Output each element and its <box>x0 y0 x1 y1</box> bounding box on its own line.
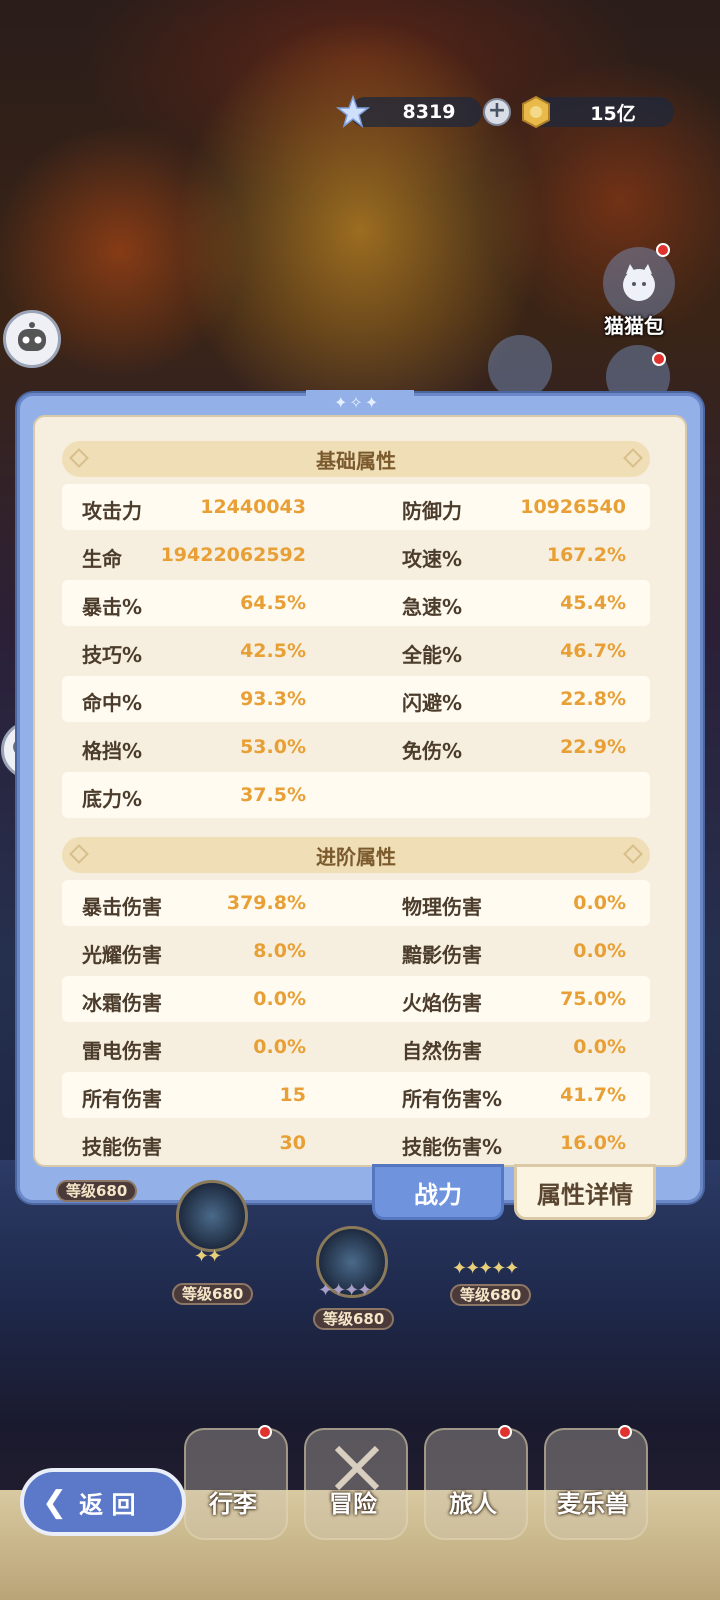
attribute-row: 命中% 93.3% 闪避% 22.8% <box>62 676 650 722</box>
attribute-value: 8.0% <box>253 940 306 962</box>
attribute-row: 冰霜伤害 0.0% 火焰伤害 75.0% <box>62 976 650 1022</box>
attribute-row: 技巧% 42.5% 全能% 46.7% <box>62 628 650 674</box>
notification-dot <box>498 1425 512 1439</box>
attribute-value: 0.0% <box>573 892 626 914</box>
gold-value: 15亿 <box>590 102 636 125</box>
attribute-label: 全能% <box>402 643 463 667</box>
attribute-value: 16.0% <box>560 1132 626 1154</box>
back-button[interactable]: ❮ 返 回 <box>20 1468 186 1536</box>
attribute-label: 生命 <box>82 547 122 571</box>
attribute-row: 底力% 37.5% <box>62 772 650 818</box>
attribute-label: 命中% <box>82 691 143 715</box>
attribute-value: 42.5% <box>240 640 306 662</box>
attribute-value: 53.0% <box>240 736 306 758</box>
pet-level-badge: 等级680 <box>56 1180 138 1202</box>
side-menu-button-2[interactable] <box>488 335 552 399</box>
diamond-icon <box>69 844 89 864</box>
attribute-row: 技能伤害 30 技能伤害% 16.0% <box>62 1120 650 1165</box>
advanced-attributes-header: 进阶属性 <box>62 837 650 873</box>
pet-level-badge: 等级680 <box>450 1284 532 1306</box>
notification-dot <box>618 1425 632 1439</box>
attribute-row: 生命 19422062592 攻速% 167.2% <box>62 532 650 578</box>
back-label: 返 回 <box>79 1490 136 1519</box>
add-gems-button[interactable]: + <box>483 98 511 126</box>
attribute-value: 15 <box>279 1084 306 1106</box>
gems-value: 8319 <box>402 101 456 123</box>
attribute-value: 0.0% <box>573 1036 626 1058</box>
attribute-value: 41.7% <box>560 1084 626 1106</box>
tab-label: 战力 <box>414 1180 462 1209</box>
attribute-value: 12440043 <box>200 496 306 518</box>
attribute-row: 光耀伤害 8.0% 黯影伤害 0.0% <box>62 928 650 974</box>
gold-coin-icon <box>519 95 553 129</box>
attribute-label: 免伤% <box>402 739 463 763</box>
cat-bag-label: 猫猫包 <box>604 314 664 338</box>
attribute-value: 22.9% <box>560 736 626 758</box>
pet-stars: ✦✦✦✦ <box>318 1280 372 1301</box>
attribute-label: 急速% <box>402 595 463 619</box>
attribute-label: 底力% <box>82 787 143 811</box>
pet-level-badge: 等级680 <box>172 1283 254 1305</box>
attribute-label: 防御力 <box>402 499 462 523</box>
sparkle-icon: ✦✧✦ <box>334 393 381 412</box>
attribute-value: 93.3% <box>240 688 306 710</box>
notification-dot <box>656 243 670 257</box>
attribute-row: 暴击伤害 379.8% 物理伤害 0.0% <box>62 880 650 926</box>
attribute-value: 30 <box>279 1132 306 1154</box>
attribute-label: 暴击% <box>82 595 143 619</box>
attribute-row: 攻击力 12440043 防御力 10926540 <box>62 484 650 530</box>
attribute-value: 64.5% <box>240 592 306 614</box>
attribute-label: 攻击力 <box>82 499 142 523</box>
attribute-value: 0.0% <box>253 1036 306 1058</box>
pet-stars: ✦✦ <box>194 1246 222 1267</box>
pet-stars: ✦✦✦✦✦ <box>452 1258 519 1279</box>
attribute-value: 75.0% <box>560 988 626 1010</box>
nav-luggage-label: 行李 <box>209 1490 257 1518</box>
attribute-label: 格挡% <box>82 739 143 763</box>
tab-combat-power[interactable]: 战力 <box>372 1164 504 1220</box>
pet-slot-2[interactable] <box>176 1180 248 1252</box>
attribute-value: 10926540 <box>520 496 626 518</box>
notification-dot <box>258 1425 272 1439</box>
nav-beast-label: 麦乐兽 <box>557 1490 629 1518</box>
diamond-icon <box>623 448 643 468</box>
attribute-list[interactable]: 基础属性 攻击力 12440043 防御力 10926540 生命 19422062592… <box>33 415 687 1167</box>
basic-attributes-header: 基础属性 <box>62 441 650 477</box>
cat-bag-button[interactable] <box>603 247 675 319</box>
robot-icon <box>18 322 46 351</box>
robot-avatar-button[interactable] <box>3 310 61 368</box>
section-title: 基础属性 <box>316 448 396 473</box>
attribute-label: 技巧% <box>82 643 143 667</box>
attribute-label: 攻速% <box>402 547 463 571</box>
attribute-value: 0.0% <box>253 988 306 1010</box>
attribute-value: 45.4% <box>560 592 626 614</box>
attribute-value: 379.8% <box>226 892 306 914</box>
nav-adventure-label: 冒险 <box>329 1490 377 1518</box>
attribute-row: 雷电伤害 0.0% 自然伤害 0.0% <box>62 1024 650 1070</box>
nav-traveler-label: 旅人 <box>449 1490 497 1518</box>
attribute-value: 19422062592 <box>160 544 306 566</box>
attribute-row: 格挡% 53.0% 免伤% 22.9% <box>62 724 650 770</box>
cat-bag-icon <box>623 264 655 301</box>
section-title: 进阶属性 <box>316 844 396 869</box>
tab-attribute-details[interactable]: 属性详情 <box>514 1164 656 1220</box>
attribute-row: 所有伤害 15 所有伤害% 41.7% <box>62 1072 650 1118</box>
diamond-icon <box>623 844 643 864</box>
back-arrow-icon: ❮ <box>42 1484 68 1520</box>
attribute-label: 闪避% <box>402 691 463 715</box>
attribute-value: 37.5% <box>240 784 306 806</box>
pet-level-badge: 等级680 <box>313 1308 395 1330</box>
tab-label: 属性详情 <box>537 1180 633 1209</box>
attribute-row: 暴击% 64.5% 急速% 45.4% <box>62 580 650 626</box>
star-gem-icon <box>336 95 370 129</box>
attribute-value: 46.7% <box>560 640 626 662</box>
notification-dot <box>652 352 666 366</box>
attribute-value: 0.0% <box>573 940 626 962</box>
diamond-icon <box>69 448 89 468</box>
attribute-value: 22.8% <box>560 688 626 710</box>
attribute-value: 167.2% <box>546 544 626 566</box>
